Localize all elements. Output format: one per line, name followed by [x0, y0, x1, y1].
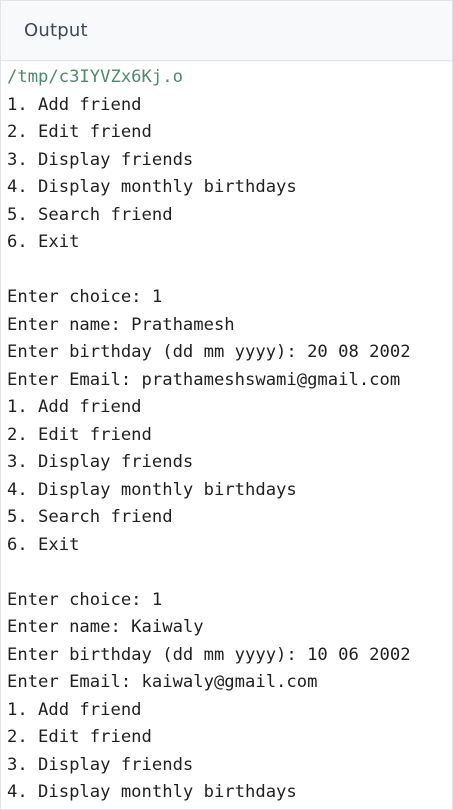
console-line: 4. Display monthly birthdays	[7, 177, 297, 197]
console-line: 3. Display friends	[7, 149, 194, 170]
console-line: Enter Email: prathameshswami@gmail.com	[7, 369, 401, 390]
console-line: Enter name: Kaiwaly	[7, 617, 204, 637]
console-line: Enter choice: 1	[7, 287, 163, 307]
console-line: 6. Exit	[7, 232, 80, 252]
console-line: 5. Search friend	[7, 507, 173, 527]
executable-path: /tmp/c3IYVZx6Kj.o	[7, 67, 183, 87]
console-line: 2. Edit friend	[7, 727, 152, 747]
output-panel: Output /tmp/c3IYVZx6Kj.o 1. Add friend 2…	[0, 0, 453, 810]
output-header: Output	[1, 1, 452, 61]
console-line: 4. Display monthly birthdays	[7, 479, 297, 500]
console-line: Enter choice: 1	[7, 589, 163, 610]
console-line: Enter birthday (dd mm yyyy): 20 08 2002	[7, 342, 411, 362]
console-lines: 1. Add friend 2. Edit friend 3. Display …	[7, 92, 452, 807]
console-line: 5. Search friend	[7, 204, 173, 225]
console-output[interactable]: /tmp/c3IYVZx6Kj.o 1. Add friend 2. Edit …	[1, 62, 452, 809]
output-title: Output	[24, 20, 88, 41]
console-line: 2. Edit friend	[7, 424, 152, 445]
console-line: Enter Email: kaiwaly@gmail.com	[7, 672, 318, 692]
console-line: 4. Display monthly birthdays	[7, 782, 297, 802]
console-line: Enter name: Prathamesh	[7, 314, 235, 335]
console-line: 1. Add friend	[7, 699, 142, 720]
console-line: Enter birthday (dd mm yyyy): 10 06 2002	[7, 644, 411, 665]
console-line: 1. Add friend	[7, 397, 142, 417]
console-line: 1. Add friend	[7, 94, 142, 115]
console-line: 3. Display friends	[7, 452, 194, 472]
console-line: 2. Edit friend	[7, 122, 152, 142]
console-line: 6. Exit	[7, 534, 80, 555]
console-line: 3. Display friends	[7, 754, 194, 775]
